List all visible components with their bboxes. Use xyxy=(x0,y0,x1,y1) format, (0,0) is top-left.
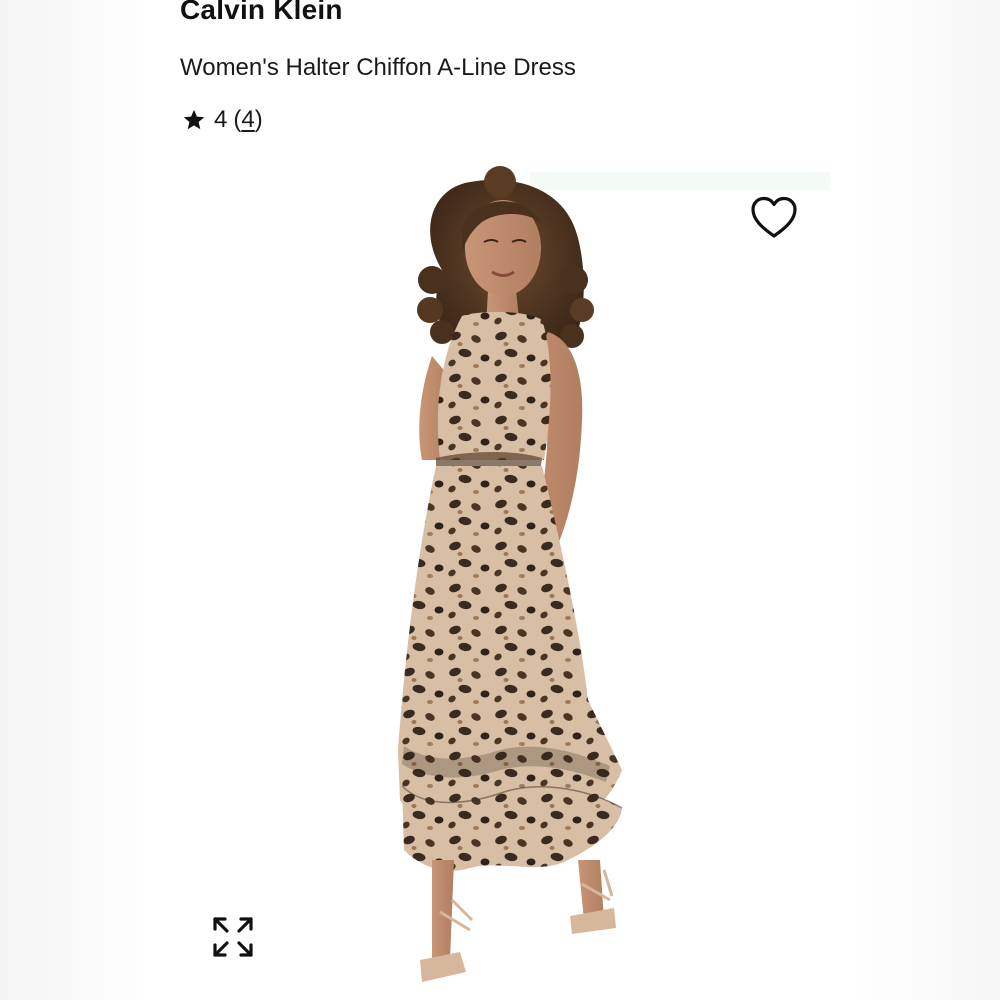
rating-value: 4 xyxy=(214,106,228,133)
review-count-link[interactable]: (4) xyxy=(233,106,262,134)
product-image[interactable] xyxy=(170,160,830,1000)
left-margin xyxy=(0,0,150,1000)
product-title: Women's Halter Chiffon A-Line Dress xyxy=(180,54,576,81)
brand-name[interactable]: Calvin Klein xyxy=(180,0,343,26)
expand-icon xyxy=(213,917,253,957)
heart-icon xyxy=(751,196,797,238)
favorite-button[interactable] xyxy=(748,194,800,242)
expand-image-button[interactable] xyxy=(208,912,258,962)
review-count[interactable]: 4 xyxy=(241,106,254,133)
star-icon xyxy=(182,108,206,132)
rating-row: 4 (4) xyxy=(182,106,263,134)
product-page: Calvin Klein Women's Halter Chiffon A-Li… xyxy=(0,0,1000,1000)
right-margin xyxy=(850,0,1000,1000)
